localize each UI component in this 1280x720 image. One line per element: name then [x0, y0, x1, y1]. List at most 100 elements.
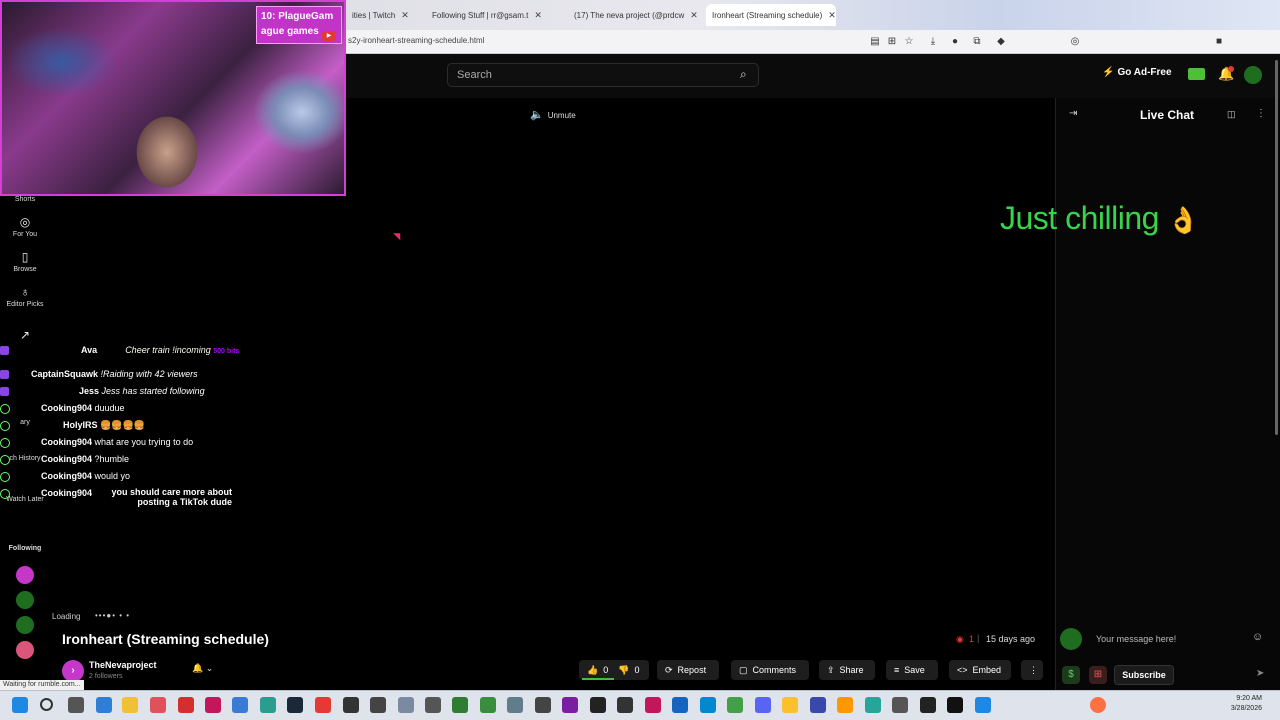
more-icon[interactable]: ⋮ [1256, 108, 1266, 119]
app-icon[interactable] [947, 697, 963, 713]
app-icon[interactable] [232, 697, 248, 713]
save-button[interactable]: ≡ Save [886, 660, 938, 680]
app-icon[interactable] [96, 697, 112, 713]
close-icon[interactable]: ✕ [534, 10, 542, 21]
app-icon[interactable] [727, 697, 743, 713]
extension-icon[interactable]: ● [948, 35, 962, 49]
emoji-icon[interactable]: ☺ [1252, 631, 1263, 643]
youtube-icon: ▶ [322, 31, 336, 41]
app-icon[interactable] [507, 697, 523, 713]
app-icon[interactable] [480, 697, 496, 713]
sidebar-item-shorts[interactable]: Shorts [4, 196, 46, 203]
following-avatar[interactable] [16, 641, 34, 659]
chat-username: Cooking904 [41, 471, 93, 481]
following-avatar[interactable] [16, 616, 34, 634]
user-avatar[interactable] [1244, 66, 1262, 84]
app-icon[interactable] [452, 697, 468, 713]
search-icon[interactable]: ⌕ [740, 67, 747, 82]
file-explorer-icon[interactable] [122, 697, 138, 713]
chrome-icon[interactable] [782, 697, 798, 713]
app-icon[interactable] [205, 697, 221, 713]
translate-icon[interactable]: ⊞ [885, 35, 899, 49]
browser-tab[interactable]: Following Stuff | rr@gsam.t ✕ [426, 4, 564, 26]
thumbs-down-icon[interactable]: 👎 [618, 665, 629, 676]
embed-button[interactable]: <> Embed [949, 660, 1011, 680]
go-ad-free-button[interactable]: ⚡ Go Ad-Free [1102, 67, 1172, 78]
url-field[interactable]: s2y-ironheart-streaming-schedule.html [348, 36, 485, 45]
following-avatar[interactable] [16, 566, 34, 584]
send-icon[interactable]: ➤ [1256, 668, 1264, 679]
search-input[interactable] [447, 63, 759, 87]
clock[interactable]: 9:20 AM 3/28/2026 [1222, 694, 1262, 714]
app-icon[interactable] [975, 697, 991, 713]
app-icon[interactable] [315, 697, 331, 713]
task-view-icon[interactable] [68, 697, 84, 713]
browser-tab[interactable]: (17) The neva project (@prdcw ✕ [568, 4, 698, 26]
discord-icon[interactable] [755, 697, 771, 713]
trending-icon: ↗ [19, 328, 31, 342]
puzzle-icon[interactable]: ⧉ [970, 35, 984, 49]
gift-icon[interactable]: ⊞ [1089, 666, 1107, 684]
sidebar-item-trending[interactable]: ↗ [4, 328, 46, 344]
channel-name[interactable]: TheNevaproject [89, 660, 157, 670]
app-icon[interactable] [535, 697, 551, 713]
app-icon[interactable] [343, 697, 359, 713]
app-icon[interactable] [837, 697, 853, 713]
popout-icon[interactable]: ◫ [1227, 109, 1236, 120]
unmute-label: Unmute [547, 111, 576, 120]
app-icon[interactable] [425, 697, 441, 713]
channel-notify-button[interactable]: 🔔 ⌄ [192, 663, 228, 677]
app-icon[interactable] [150, 697, 166, 713]
app-icon[interactable] [370, 697, 386, 713]
app-icon[interactable] [645, 697, 661, 713]
app-icon[interactable] [672, 697, 688, 713]
collapse-chat-icon[interactable]: ⇥ [1069, 108, 1077, 119]
extension-icon[interactable]: ■ [1212, 35, 1226, 49]
repost-button[interactable]: ⟳ Repost [657, 660, 719, 680]
app-icon[interactable] [920, 697, 936, 713]
close-icon[interactable]: ✕ [401, 10, 409, 21]
live-chat-panel [1055, 98, 1280, 690]
rant-icon[interactable]: $ [1062, 666, 1080, 684]
start-icon[interactable] [12, 697, 28, 713]
following-avatar[interactable] [16, 591, 34, 609]
app-icon[interactable] [810, 697, 826, 713]
comments-button[interactable]: ▢ Comments [731, 660, 809, 680]
more-button[interactable]: ⋮ [1021, 660, 1043, 680]
share-button[interactable]: ⇪ Share [819, 660, 875, 680]
app-icon[interactable] [865, 697, 881, 713]
steam-icon[interactable] [287, 697, 303, 713]
browser-tab-active[interactable]: Ironheart (Streaming schedule) ✕ [706, 4, 836, 26]
sidebar-item-editor-picks[interactable]: ♁ Editor Picks [4, 285, 46, 308]
reader-icon[interactable]: ▤ [868, 35, 882, 49]
camera-icon[interactable]: ◎ [1068, 35, 1082, 49]
app-icon[interactable] [562, 697, 578, 713]
twitch-icon [0, 387, 9, 397]
app-icon[interactable] [617, 697, 633, 713]
download-icon[interactable]: ⤓ [926, 35, 940, 49]
star-icon[interactable]: ☆ [902, 35, 916, 49]
browser-tab[interactable]: ities | Twitch ✕ [346, 4, 422, 26]
chat-username: HolyIRS [63, 420, 98, 430]
app-icon[interactable] [892, 697, 908, 713]
scrollbar[interactable] [1275, 60, 1278, 435]
sidebar-item-for-you[interactable]: ◎ For You [4, 215, 46, 238]
subscribe-button[interactable]: Subscribe [1114, 665, 1174, 685]
tray-icon[interactable] [1090, 697, 1106, 713]
chat-overlay-line: Cooking904 [0, 488, 92, 499]
unmute-button[interactable]: 🔈 Unmute [530, 108, 576, 121]
go-live-icon[interactable] [1188, 68, 1205, 80]
close-icon[interactable]: ✕ [690, 10, 698, 21]
channel-avatar[interactable]: › [62, 660, 84, 682]
thumbs-up-icon[interactable]: 👍 [587, 665, 598, 676]
close-icon[interactable]: ✕ [828, 10, 836, 21]
app-icon[interactable] [178, 697, 194, 713]
user-icon [0, 437, 10, 448]
app-icon[interactable] [398, 697, 414, 713]
sidebar-item-browse[interactable]: ▯ Browse [4, 250, 46, 273]
extension-icon[interactable]: ◆ [994, 35, 1008, 49]
search-icon[interactable] [40, 698, 53, 711]
app-icon[interactable] [260, 697, 276, 713]
app-icon[interactable] [700, 697, 716, 713]
app-icon[interactable] [590, 697, 606, 713]
